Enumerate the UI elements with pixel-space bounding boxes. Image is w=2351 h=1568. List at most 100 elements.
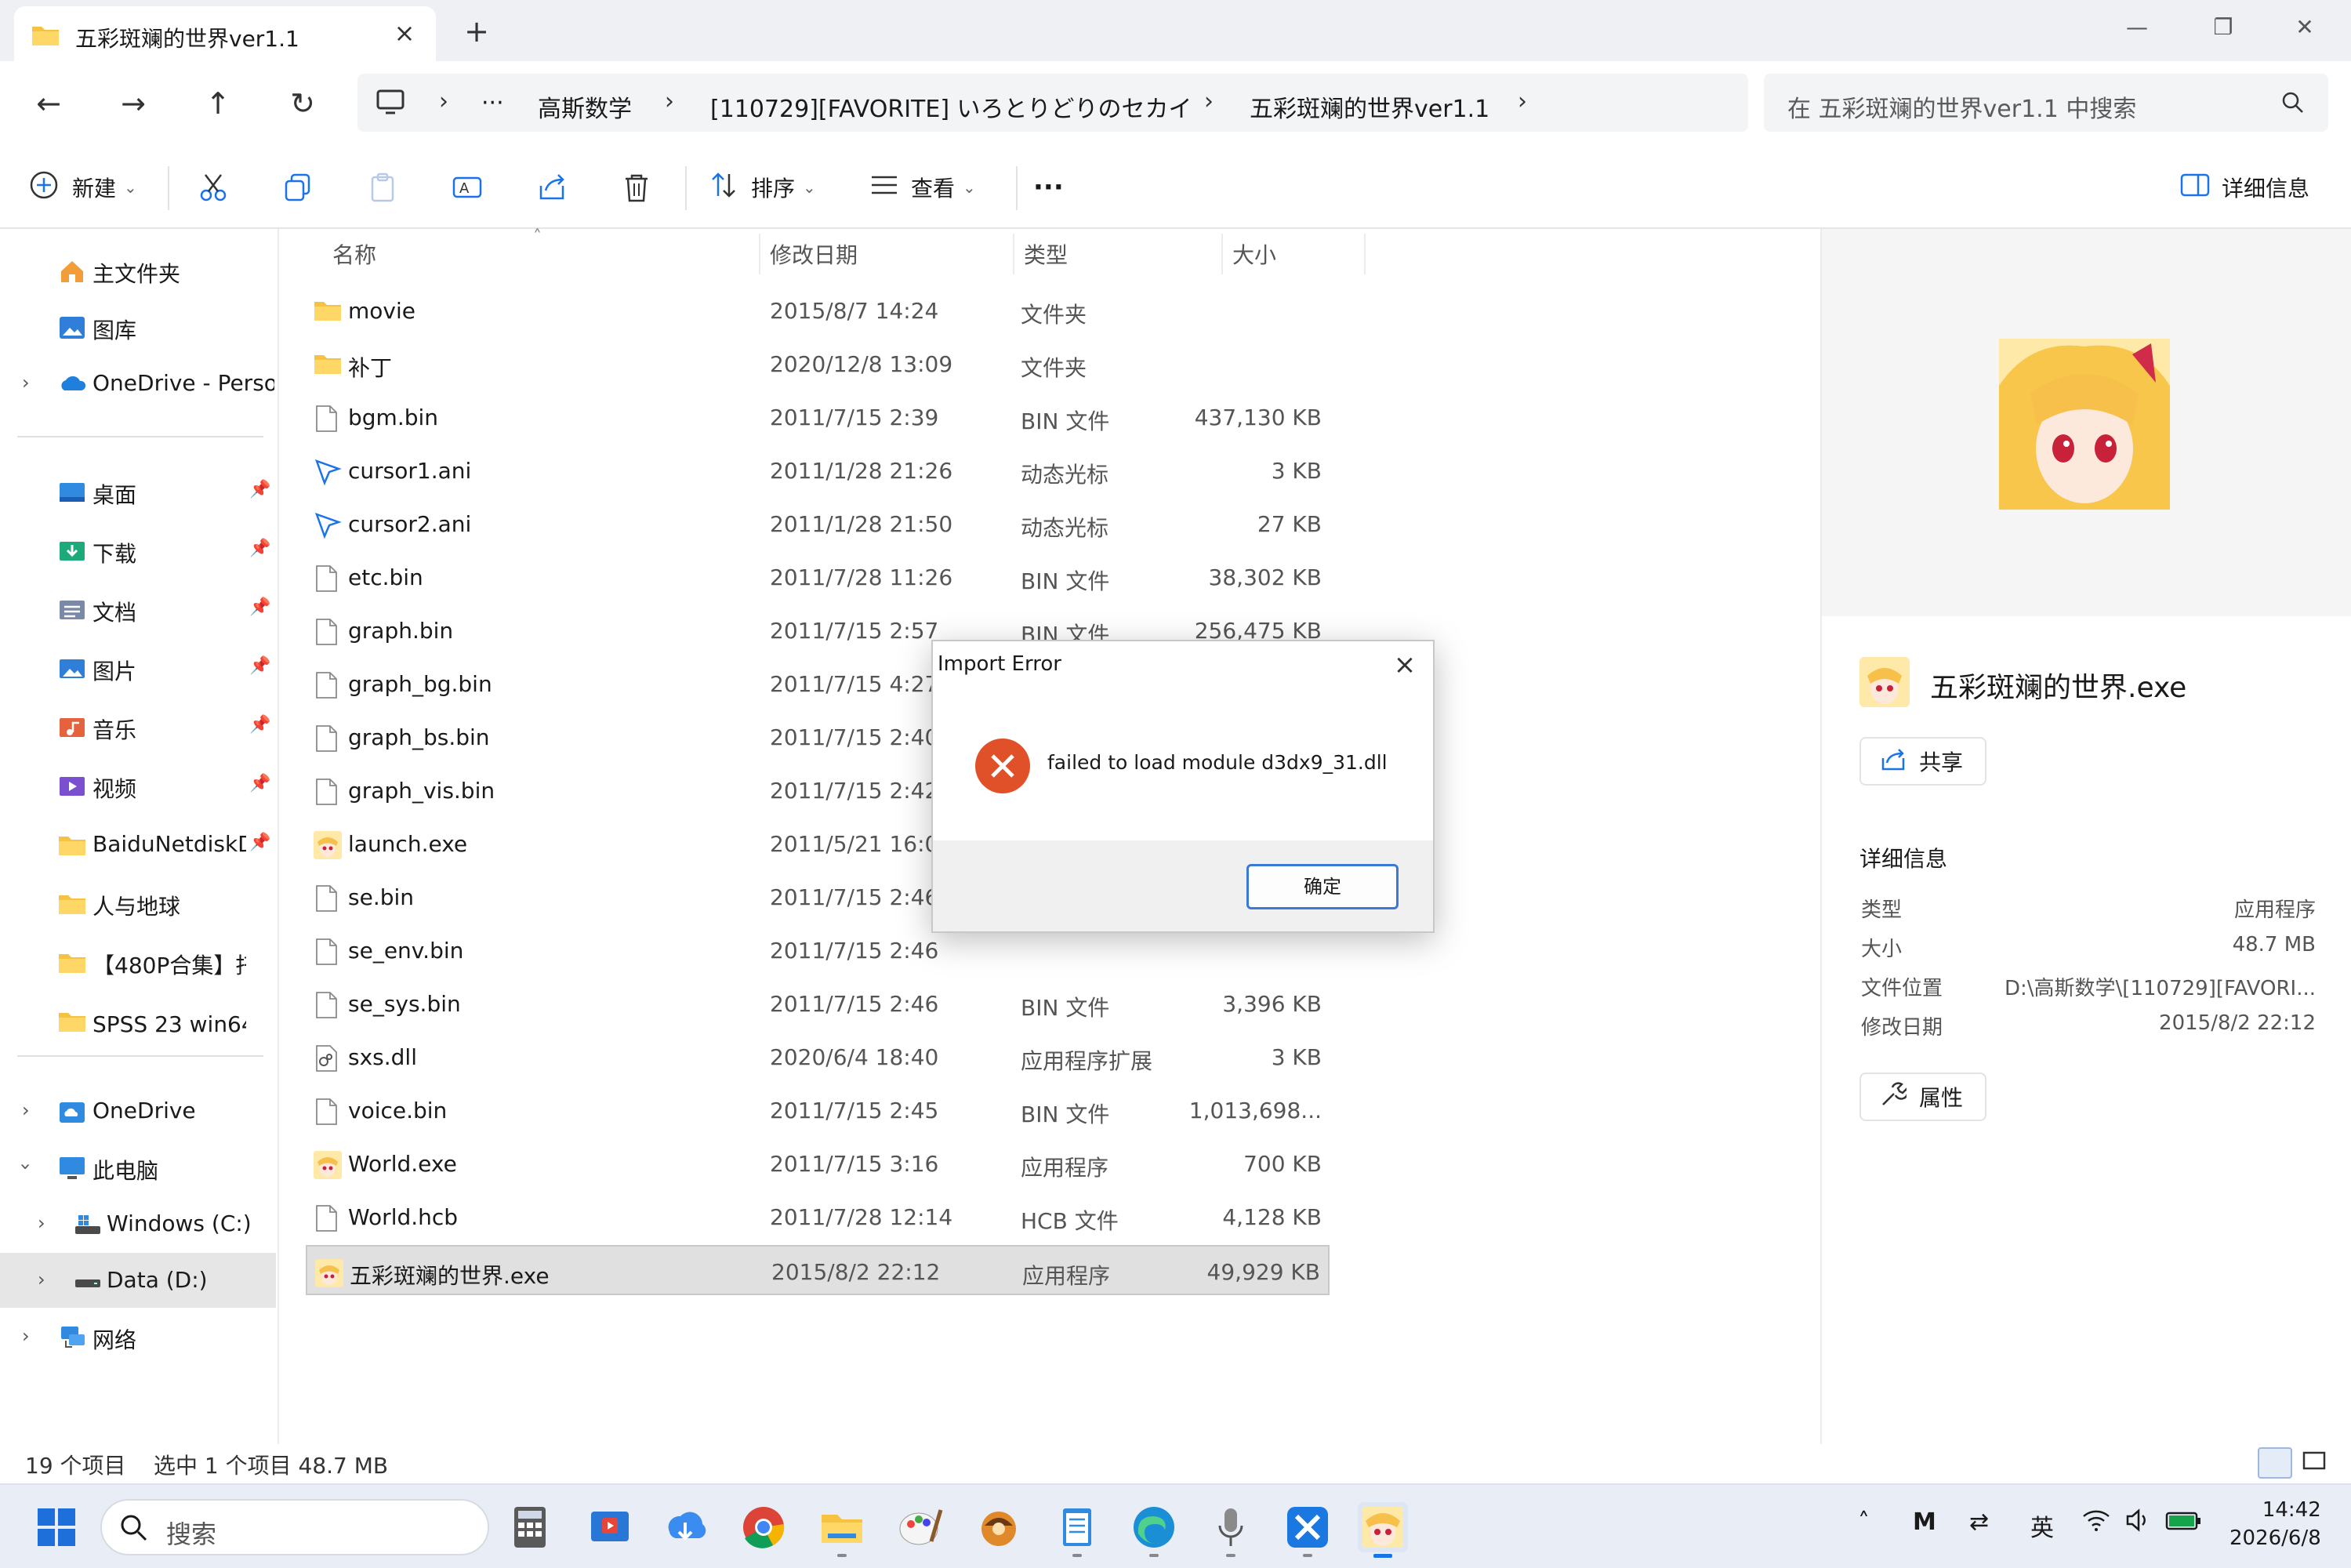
tiles-view-icon[interactable]: [2302, 1449, 2327, 1479]
column-header-type[interactable]: 类型: [1024, 238, 1068, 284]
ime-language[interactable]: 英: [2030, 1508, 2054, 1543]
media-player-icon[interactable]: [585, 1502, 635, 1552]
sidebar-item-this-pc[interactable]: › 此电脑: [0, 1140, 276, 1195]
baidu-netdisk-icon[interactable]: [660, 1502, 710, 1552]
sidebar-item-quick-access[interactable]: SPSS 23 win64位: [0, 993, 276, 1048]
details-pane-button[interactable]: 详细信息: [2179, 168, 2309, 207]
paint-icon[interactable]: [895, 1502, 945, 1552]
sidebar-item-quick-access[interactable]: 下载 📌: [0, 523, 276, 578]
column-divider[interactable]: [1221, 234, 1223, 274]
sidebar-item-drive-d[interactable]: › Data (D:): [0, 1253, 276, 1308]
properties-button[interactable]: 属性: [1859, 1073, 1986, 1121]
file-row[interactable]: cursor1.ani 2011/1/28 21:26 动态光标 3 KB: [306, 445, 1330, 495]
notepad-icon[interactable]: [1052, 1502, 1102, 1557]
sort-button[interactable]: 排序 ⌄: [709, 168, 816, 207]
column-header-date[interactable]: 修改日期: [770, 238, 858, 284]
sidebar-item-drive-c[interactable]: › Windows (C:): [0, 1196, 276, 1251]
pin-icon[interactable]: 📌: [249, 480, 270, 499]
explorer-tab[interactable]: 五彩斑斓的世界ver1.1 ×: [14, 6, 436, 63]
address-bar[interactable]: › ··· 高斯数学 › [110729][FAVORITE] いろとりどりのセ…: [357, 74, 1748, 132]
wifi-icon[interactable]: [2082, 1508, 2110, 1538]
copy-button[interactable]: [282, 168, 314, 207]
file-row[interactable]: etc.bin 2011/7/28 11:26 BIN 文件 38,302 KB: [306, 552, 1330, 602]
chevron-right-icon[interactable]: ›: [665, 88, 674, 115]
details-view-icon[interactable]: [2258, 1447, 2292, 1479]
column-header-name[interactable]: 名称: [332, 238, 376, 284]
calculator-icon[interactable]: [505, 1502, 555, 1552]
minimize-button[interactable]: —: [2113, 8, 2161, 47]
file-row[interactable]: cursor2.ani 2011/1/28 21:50 动态光标 27 KB: [306, 499, 1330, 549]
file-row[interactable]: voice.bin 2011/7/15 2:45 BIN 文件 1,013,698..…: [306, 1085, 1330, 1135]
volume-icon[interactable]: [2124, 1508, 2153, 1538]
tools-icon[interactable]: [1283, 1502, 1333, 1557]
pin-icon[interactable]: 📌: [249, 833, 270, 852]
sidebar-item-onedrive[interactable]: › OneDrive: [0, 1083, 276, 1138]
paste-button[interactable]: [367, 168, 398, 207]
recorder-icon[interactable]: [1206, 1502, 1256, 1557]
sidebar-item-quick-access[interactable]: 文档 📌: [0, 582, 276, 637]
chevron-down-icon[interactable]: ›: [15, 1163, 37, 1171]
dialog-close-icon[interactable]: ×: [1388, 648, 1422, 682]
chevron-right-icon[interactable]: ›: [22, 372, 30, 394]
file-explorer-icon[interactable]: [817, 1502, 867, 1557]
pin-icon[interactable]: 📌: [249, 774, 270, 793]
close-window-button[interactable]: ✕: [2281, 8, 2328, 47]
up-icon[interactable]: ↑: [196, 82, 240, 125]
breadcrumb-item[interactable]: 五彩斑斓的世界ver1.1: [1250, 89, 1489, 124]
input-method-icon[interactable]: M: [1913, 1508, 1936, 1536]
chevron-up-icon[interactable]: ˄: [1858, 1508, 1870, 1536]
new-tab-button[interactable]: +: [461, 16, 492, 47]
chevron-right-icon[interactable]: ›: [38, 1212, 45, 1234]
breadcrumb-ellipsis[interactable]: ···: [481, 89, 504, 117]
file-row[interactable]: 五彩斑斓的世界.exe 2015/8/2 22:12 应用程序 49,929 KB: [306, 1245, 1330, 1295]
column-divider[interactable]: [1364, 234, 1366, 274]
column-divider[interactable]: [1013, 234, 1014, 274]
sidebar-item-quick-access[interactable]: 【480P合集】托马斯: [0, 935, 276, 989]
sidebar-item-onedrive-personal[interactable]: › OneDrive - Persor: [0, 356, 276, 411]
share-button[interactable]: [536, 168, 568, 207]
file-row[interactable]: bgm.bin 2011/7/15 2:39 BIN 文件 437,130 KB: [306, 392, 1330, 442]
sidebar-item-quick-access[interactable]: BaiduNetdiskDownload📌: [0, 817, 276, 872]
column-divider[interactable]: [759, 234, 760, 274]
chevron-right-icon[interactable]: ›: [1204, 88, 1214, 115]
file-row[interactable]: World.hcb 2011/7/28 12:14 HCB 文件 4,128 KB: [306, 1192, 1330, 1242]
settings-sliders-icon[interactable]: ⇄: [1969, 1508, 1989, 1536]
file-row[interactable]: se_sys.bin 2011/7/15 2:46 BIN 文件 3,396 KB: [306, 978, 1330, 1029]
search-input[interactable]: 在 五彩斑斓的世界ver1.1 中搜索: [1764, 74, 2328, 132]
view-button[interactable]: 查看 ⌄: [869, 168, 976, 207]
refresh-icon[interactable]: ↻: [281, 82, 325, 125]
sidebar-item-gallery[interactable]: 图库: [0, 299, 276, 354]
sidebar-item-quick-access[interactable]: 图片 📌: [0, 641, 276, 695]
cut-button[interactable]: [198, 168, 229, 207]
back-icon[interactable]: ←: [27, 82, 71, 125]
sidebar-item-quick-access[interactable]: 音乐 📌: [0, 699, 276, 754]
dialog-ok-button[interactable]: 确定: [1246, 864, 1399, 909]
taskbar-search-input[interactable]: 搜索: [100, 1499, 489, 1555]
column-header-size[interactable]: 大小: [1232, 238, 1276, 284]
file-row[interactable]: movie 2015/8/7 14:24 文件夹: [306, 285, 1330, 336]
pin-icon[interactable]: 📌: [249, 656, 270, 676]
chevron-right-icon[interactable]: ›: [22, 1325, 30, 1347]
chevron-right-icon[interactable]: ›: [38, 1269, 45, 1290]
chevron-right-icon[interactable]: ›: [1518, 88, 1527, 115]
game-app-icon[interactable]: [1358, 1502, 1408, 1558]
sidebar-item-quick-access[interactable]: 人与地球: [0, 876, 276, 931]
maximize-button[interactable]: ❐: [2200, 8, 2247, 47]
pin-icon[interactable]: 📌: [249, 597, 270, 617]
file-row[interactable]: World.exe 2011/7/15 3:16 应用程序 700 KB: [306, 1138, 1330, 1189]
sidebar-item-quick-access[interactable]: 视频 📌: [0, 758, 276, 813]
chevron-right-icon[interactable]: ›: [22, 1099, 30, 1121]
search-icon[interactable]: [2281, 91, 2305, 118]
battery-icon[interactable]: [2165, 1508, 2201, 1538]
pin-icon[interactable]: 📌: [249, 539, 270, 558]
windows-start-icon[interactable]: [31, 1502, 82, 1552]
file-row[interactable]: sxs.dll 2020/6/4 18:40 应用程序扩展 3 KB: [306, 1032, 1330, 1082]
sidebar-item-quick-access[interactable]: 桌面 📌: [0, 464, 276, 519]
forward-icon[interactable]: →: [111, 82, 155, 125]
chevron-right-icon[interactable]: ›: [439, 88, 448, 115]
more-options-button[interactable]: ···: [1033, 168, 1064, 207]
delete-button[interactable]: [621, 168, 652, 207]
sidebar-item-home[interactable]: 主文件夹: [0, 243, 276, 298]
chrome-icon[interactable]: [738, 1502, 789, 1552]
edge-icon[interactable]: [1129, 1502, 1179, 1557]
